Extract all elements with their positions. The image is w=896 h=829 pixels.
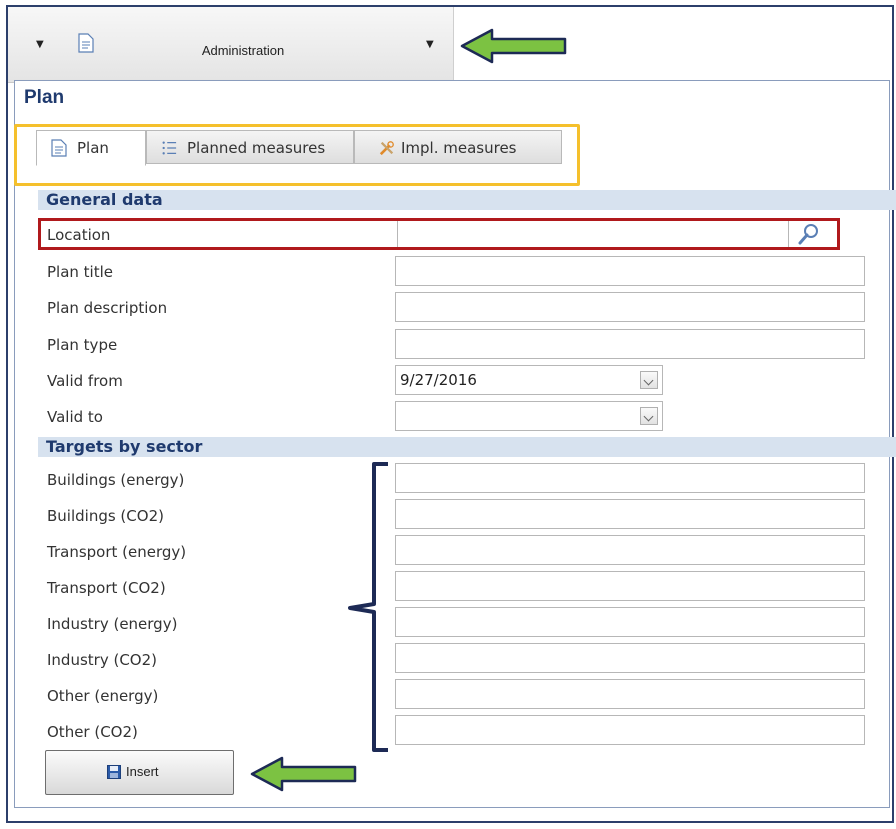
- target-input-transport-co2[interactable]: [395, 571, 865, 601]
- location-highlight-box: [38, 218, 840, 250]
- panel-title: Plan: [24, 87, 65, 108]
- target-input-industry-energy[interactable]: [395, 607, 865, 637]
- plan-title-input[interactable]: [395, 256, 865, 286]
- tabs-highlight-box: [14, 124, 580, 186]
- target-label: Industry (CO2): [47, 651, 157, 669]
- target-input-buildings-energy[interactable]: [395, 463, 865, 493]
- annotation-arrow-icon: [460, 28, 567, 64]
- target-input-transport-energy[interactable]: [395, 535, 865, 565]
- target-input-other-energy[interactable]: [395, 679, 865, 709]
- valid-from-date-picker[interactable]: 9/27/2016: [395, 365, 663, 395]
- section-targets-title: Targets by sector: [46, 437, 203, 456]
- target-label: Buildings (energy): [47, 471, 185, 489]
- insert-button[interactable]: Insert: [45, 750, 234, 795]
- bracket-annotation-icon: [348, 462, 388, 752]
- annotation-arrow-icon: [250, 756, 357, 792]
- plan-title-label: Plan title: [47, 263, 114, 281]
- plan-type-label: Plan type: [47, 336, 118, 354]
- target-label: Transport (energy): [47, 543, 187, 561]
- chevron-down-icon[interactable]: [640, 407, 658, 425]
- target-input-industry-co2[interactable]: [395, 643, 865, 673]
- target-input-other-co2[interactable]: [395, 715, 865, 745]
- valid-from-label: Valid from: [47, 372, 123, 390]
- target-label: Buildings (CO2): [47, 507, 164, 525]
- section-general-data-title: General data: [46, 190, 163, 209]
- section-targets-by-sector: Targets by sector: [38, 437, 896, 457]
- target-label: Other (CO2): [47, 723, 138, 741]
- target-label: Industry (energy): [47, 615, 178, 633]
- module-selector-label[interactable]: Administration: [20, 43, 466, 58]
- target-label: Transport (CO2): [47, 579, 166, 597]
- toolbar: ▼ Administration ▼: [8, 7, 454, 83]
- save-icon: [107, 765, 121, 779]
- plan-type-input[interactable]: [395, 329, 865, 359]
- valid-to-date-picker[interactable]: [395, 401, 663, 431]
- plan-description-input[interactable]: [395, 292, 865, 322]
- valid-to-label: Valid to: [47, 408, 103, 426]
- target-input-buildings-co2[interactable]: [395, 499, 865, 529]
- valid-from-value: 9/27/2016: [400, 371, 477, 389]
- target-label: Other (energy): [47, 687, 159, 705]
- section-general-data: General data: [38, 190, 896, 210]
- chevron-down-icon[interactable]: [640, 371, 658, 389]
- plan-description-label: Plan description: [47, 299, 168, 317]
- module-dropdown-icon[interactable]: ▼: [426, 39, 434, 50]
- insert-button-label: Insert: [126, 764, 159, 779]
